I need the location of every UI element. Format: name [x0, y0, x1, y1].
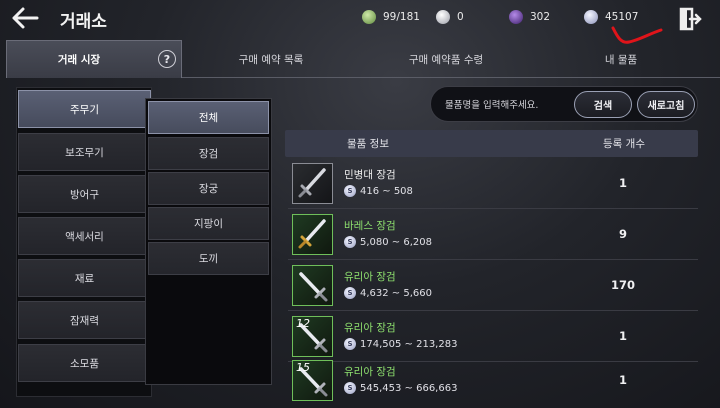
category-sub-weapon[interactable]: 보조무기 — [18, 133, 151, 171]
item-name: 민병대 장검 — [344, 169, 396, 181]
bag-capacity-value: 99/181 — [383, 11, 420, 23]
category-potential[interactable]: 잠재력 — [18, 301, 151, 339]
purple-gem-icon — [509, 10, 523, 24]
tab-my-items[interactable]: 내 물품 — [536, 40, 706, 78]
sword-icon — [299, 272, 328, 302]
silver-coin-icon: S — [344, 236, 356, 248]
subcategory-all[interactable]: 전체 — [148, 101, 269, 134]
subcategory-axe[interactable]: 도끼 — [148, 242, 269, 275]
back-arrow-icon[interactable] — [10, 5, 40, 31]
tab-bar: 거래 시장 ? 구매 예약 목록 구매 예약품 수령 내 물품 — [6, 40, 720, 78]
column-listing-count: 등록 개수 — [603, 138, 645, 150]
silver-coin-icon: S — [344, 382, 356, 394]
table-row[interactable]: 민병대 장검 S 416 ~ 508 1 — [288, 160, 698, 209]
table-row[interactable]: 15 유리아 장검 S 545,453 ~ 666,663 1 — [288, 357, 698, 406]
purple-gem-value: 302 — [530, 11, 551, 23]
silver-coin-icon: S — [344, 185, 356, 197]
item-count: 1 — [618, 329, 627, 343]
item-count: 1 — [618, 176, 627, 190]
category-main-weapon[interactable]: 주무기 — [18, 90, 151, 128]
bag-icon — [362, 10, 376, 24]
item-name: 유리아 장검 — [344, 366, 396, 378]
table-header: 물품 정보 등록 개수 — [285, 130, 698, 157]
item-price: S 416 ~ 508 — [344, 185, 413, 197]
gold-icon — [436, 10, 450, 24]
tab-market[interactable]: 거래 시장 — [6, 40, 182, 78]
table-row[interactable]: 바레스 장검 S 5,080 ~ 6,208 9 — [288, 211, 698, 260]
help-icon[interactable]: ? — [158, 50, 176, 68]
enhance-level: 12 — [296, 317, 310, 330]
item-thumbnail: 15 — [292, 360, 333, 401]
item-count: 1 — [618, 373, 627, 387]
item-count: 170 — [610, 278, 635, 292]
item-thumbnail — [292, 265, 333, 306]
sword-icon — [298, 219, 326, 249]
gold-value: 0 — [457, 11, 464, 23]
subcategory-staff[interactable]: 지팡이 — [148, 207, 269, 240]
sword-icon — [298, 168, 326, 198]
silver-coin-icon — [584, 10, 598, 24]
item-price-range: 4,632 ~ 5,660 — [360, 287, 432, 299]
item-price-range: 545,453 ~ 666,663 — [360, 382, 458, 394]
subcategory-longsword[interactable]: 장검 — [148, 137, 269, 170]
tab-reservation-list-label: 구매 예약 목록 — [238, 53, 304, 66]
category-accessory[interactable]: 액세서리 — [18, 217, 151, 255]
silver-coin-icon: S — [344, 338, 356, 350]
search-input[interactable] — [445, 96, 575, 114]
category-consumable[interactable]: 소모품 — [18, 344, 151, 382]
item-name: 바레스 장검 — [344, 220, 396, 232]
item-price: S 4,632 ~ 5,660 — [344, 287, 432, 299]
category-material[interactable]: 재료 — [18, 259, 151, 297]
item-name: 유리아 장검 — [344, 271, 396, 283]
item-price: S 545,453 ~ 666,663 — [344, 382, 457, 394]
column-item-info: 물품 정보 — [347, 138, 389, 150]
tab-my-items-label: 내 물품 — [604, 53, 638, 66]
subcategory-list: 전체 장검 장궁 지팡이 도끼 — [145, 98, 272, 385]
subcategory-longbow[interactable]: 장궁 — [148, 172, 269, 205]
item-price-range: 5,080 ~ 6,208 — [360, 236, 432, 248]
item-thumbnail: 12 — [292, 316, 333, 357]
item-price: S 5,080 ~ 6,208 — [344, 236, 432, 248]
item-thumbnail — [292, 163, 333, 204]
tab-reservation-receive[interactable]: 구매 예약품 수령 — [361, 40, 531, 78]
item-count: 9 — [618, 227, 627, 241]
item-thumbnail — [292, 214, 333, 255]
exit-door-icon[interactable] — [676, 6, 702, 32]
page-title: 거래소 — [60, 12, 107, 32]
item-price: S 174,505 ~ 213,283 — [344, 338, 457, 350]
tab-reservation-receive-label: 구매 예약품 수령 — [408, 53, 484, 66]
tab-market-label: 거래 시장 — [57, 54, 101, 66]
table-row[interactable]: 12 유리아 장검 S 174,505 ~ 213,283 1 — [288, 313, 698, 362]
resource-gold: 0 — [436, 8, 464, 26]
table-row[interactable]: 유리아 장검 S 4,632 ~ 5,660 170 — [288, 262, 698, 311]
enhance-level: 15 — [296, 361, 310, 374]
item-price-range: 416 ~ 508 — [360, 185, 413, 197]
item-price-range: 174,505 ~ 213,283 — [360, 338, 458, 350]
search-bar: 검색 새로고침 — [430, 86, 698, 122]
tab-reservation-list[interactable]: 구매 예약 목록 — [186, 40, 356, 78]
refresh-button[interactable]: 새로고침 — [637, 91, 695, 118]
category-armor[interactable]: 방어구 — [18, 175, 151, 213]
search-button[interactable]: 검색 — [574, 91, 632, 118]
resource-purple-gem: 302 — [509, 8, 550, 26]
item-name: 유리아 장검 — [344, 322, 396, 334]
silver-coin-icon: S — [344, 287, 356, 299]
resource-bag-capacity: 99/181 — [362, 8, 420, 26]
category-list: 주무기 보조무기 방어구 액세서리 재료 잠재력 소모품 — [16, 87, 152, 397]
